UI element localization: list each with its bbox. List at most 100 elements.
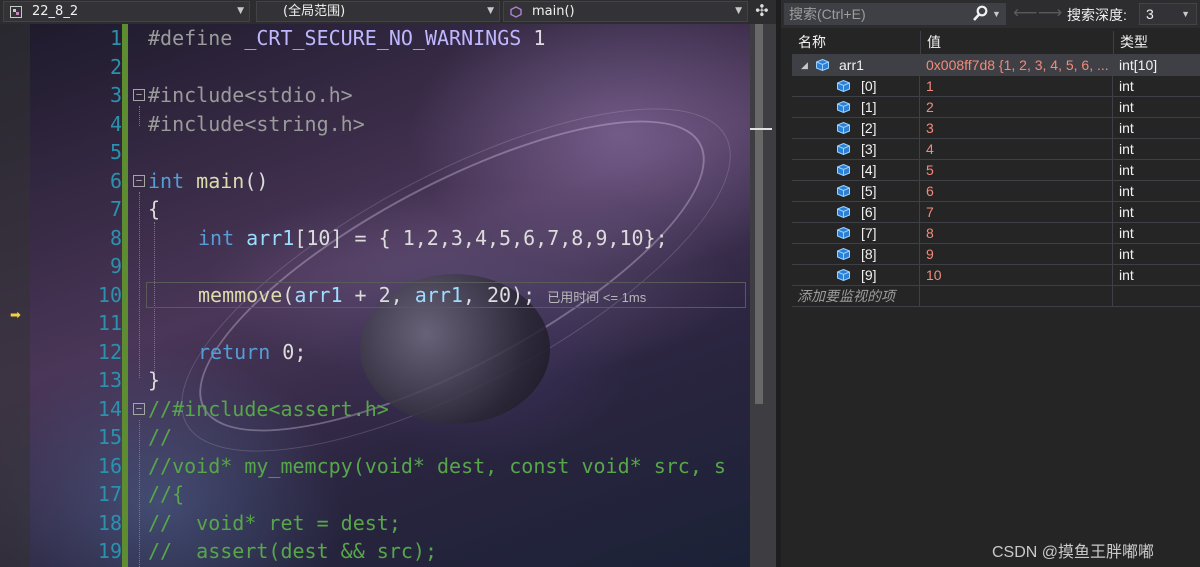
- back-arrow-icon[interactable]: ⟵: [1013, 3, 1037, 23]
- watch-type: int: [1119, 225, 1134, 241]
- project-name: 22_8_2: [32, 4, 79, 19]
- watch-value[interactable]: 7: [921, 202, 1113, 222]
- code-line-16[interactable]: //void* my_memcpy(void* dest, const void…: [148, 452, 726, 480]
- function-dropdown[interactable]: main() ▼: [503, 1, 748, 22]
- code-line-18[interactable]: // void* ret = dest;: [148, 509, 401, 537]
- collapse-triangle-icon[interactable]: ◢: [801, 55, 808, 75]
- column-header-name[interactable]: 名称: [792, 31, 921, 54]
- code-line-19[interactable]: // assert(dest && src);: [148, 537, 437, 565]
- line-number: 3: [109, 83, 122, 107]
- variable-cube-icon: [837, 227, 850, 239]
- scrollbar-thumb[interactable]: [755, 24, 763, 404]
- perf-tip[interactable]: 已用时间 <= 1ms: [547, 290, 646, 305]
- watch-value[interactable]: 2: [921, 97, 1113, 117]
- watch-type: int: [1119, 183, 1134, 199]
- line-number: 15: [97, 425, 122, 449]
- line-number: 14: [97, 396, 122, 421]
- variable-cube-icon: [837, 269, 850, 281]
- change-indicator-bar: [122, 24, 128, 567]
- watch-row[interactable]: [6] 7 int: [792, 202, 1200, 223]
- line-number: 10: [97, 282, 122, 307]
- code-line-14[interactable]: //#include<assert.h>: [148, 395, 389, 423]
- chevron-down-icon: ▼: [487, 6, 494, 16]
- watch-row-root[interactable]: ◢ arr1 0x008ff7d8 {1, 2, 3, 4, 5, 6, ...…: [792, 55, 1200, 76]
- search-icon[interactable]: [972, 5, 988, 23]
- watch-type: int: [1119, 246, 1134, 262]
- watch-name: [7]: [861, 225, 877, 241]
- watch-value[interactable]: 8: [921, 223, 1113, 243]
- outline-guide: [139, 106, 140, 126]
- split-icon[interactable]: ✣: [751, 1, 773, 22]
- scope-dropdown[interactable]: (全局范围) ▼: [256, 1, 500, 22]
- vertical-scrollbar[interactable]: [750, 24, 776, 567]
- watch-value[interactable]: 6: [921, 181, 1113, 201]
- watch-value[interactable]: 3: [921, 118, 1113, 138]
- column-header-value[interactable]: 值: [921, 31, 1114, 54]
- code-line-12[interactable]: return 0;: [198, 338, 306, 366]
- watch-value[interactable]: 5: [921, 160, 1113, 180]
- watch-value[interactable]: 1: [921, 76, 1113, 96]
- chevron-down-icon: ▼: [735, 6, 742, 16]
- code-line-10[interactable]: memmove(arr1 + 2, arr1, 20); 已用时间 <= 1ms: [198, 281, 646, 309]
- line-number: 8: [109, 225, 122, 250]
- watch-type: int: [1119, 267, 1134, 283]
- watch-row[interactable]: [2] 3 int: [792, 118, 1200, 139]
- code-line-6[interactable]: int main(): [148, 167, 268, 195]
- watch-toolbar: 搜索(Ctrl+E) ▼ ⟵ ⟶ 搜索深度: 3 ▼: [781, 0, 1200, 28]
- line-number: 6: [109, 168, 122, 193]
- variable-cube-icon: [837, 80, 850, 92]
- collapse-include-icon[interactable]: −: [133, 89, 145, 101]
- watch-row[interactable]: [0] 1 int: [792, 76, 1200, 97]
- code-line-17[interactable]: //{: [148, 480, 184, 508]
- watermark: CSDN @摸鱼王胖嘟嘟: [992, 544, 1155, 561]
- watch-name-cell: ◢ arr1: [792, 55, 920, 75]
- line-number: 19: [97, 539, 122, 563]
- add-watch-item[interactable]: 添加要监视的项: [792, 286, 920, 306]
- line-number: 16: [97, 453, 122, 478]
- line-number: 18: [97, 510, 122, 535]
- watch-row[interactable]: [3] 4 int: [792, 139, 1200, 160]
- chevron-down-icon[interactable]: ▼: [992, 3, 1001, 25]
- variable-cube-icon: [837, 101, 850, 113]
- collapse-comment-icon[interactable]: −: [133, 403, 145, 415]
- watch-value[interactable]: 9: [921, 244, 1113, 264]
- collapse-main-icon[interactable]: −: [133, 175, 145, 187]
- watch-row[interactable]: [9] 10 int: [792, 265, 1200, 286]
- breakpoint-margin[interactable]: ➡: [0, 24, 30, 567]
- outline-guide: [139, 192, 140, 378]
- search-input[interactable]: 搜索(Ctrl+E) ▼: [784, 3, 1006, 25]
- watch-name: [5]: [861, 183, 877, 199]
- watch-row[interactable]: [7] 8 int: [792, 223, 1200, 244]
- code-line-13[interactable]: }: [148, 366, 160, 394]
- line-number: 12: [97, 339, 122, 364]
- watch-row[interactable]: [5] 6 int: [792, 181, 1200, 202]
- search-depth-dropdown[interactable]: 3 ▼: [1139, 3, 1197, 25]
- column-header-type[interactable]: 类型: [1114, 31, 1200, 54]
- code-line-1[interactable]: #define _CRT_SECURE_NO_WARNINGS 1: [148, 24, 545, 52]
- watch-value[interactable]: 0x008ff7d8 {1, 2, 3, 4, 5, 6, ...: [921, 55, 1113, 75]
- forward-arrow-icon[interactable]: ⟶: [1038, 3, 1062, 23]
- scrollbar-marker: [750, 128, 772, 130]
- code-line-4[interactable]: #include<string.h>: [148, 110, 365, 138]
- watch-value[interactable]: 10: [921, 265, 1113, 285]
- line-number-gutter: 1 2 3 4 5 6 7 8 9 10 11 12 13 14 15 16 1…: [30, 24, 126, 567]
- watch-row[interactable]: [8] 9 int: [792, 244, 1200, 265]
- watch-value[interactable]: 4: [921, 139, 1113, 159]
- code-line-3[interactable]: #include<stdio.h>: [148, 81, 353, 109]
- watch-row[interactable]: [1] 2 int: [792, 97, 1200, 118]
- variable-cube-icon: [837, 206, 850, 218]
- watch-window: 搜索(Ctrl+E) ▼ ⟵ ⟶ 搜索深度: 3 ▼ 名称 值 类型 ◢ arr…: [781, 0, 1200, 567]
- watch-name: [6]: [861, 204, 877, 220]
- project-dropdown[interactable]: 22_8_2 ▼: [3, 1, 250, 22]
- watch-type: int: [1119, 120, 1134, 136]
- code-line-7[interactable]: {: [148, 195, 160, 223]
- add-watch-row[interactable]: 添加要监视的项: [792, 286, 1200, 307]
- line-number: 5: [109, 140, 122, 164]
- search-depth-label: 搜索深度:: [1067, 7, 1127, 23]
- watch-row[interactable]: [4] 5 int: [792, 160, 1200, 181]
- variable-cube-icon: [837, 122, 850, 134]
- line-number: 2: [109, 54, 122, 79]
- variable-cube-icon: [837, 248, 850, 260]
- code-line-8[interactable]: int arr1[10] = { 1,2,3,4,5,6,7,8,9,10};: [198, 224, 668, 252]
- code-line-15[interactable]: //: [148, 423, 172, 451]
